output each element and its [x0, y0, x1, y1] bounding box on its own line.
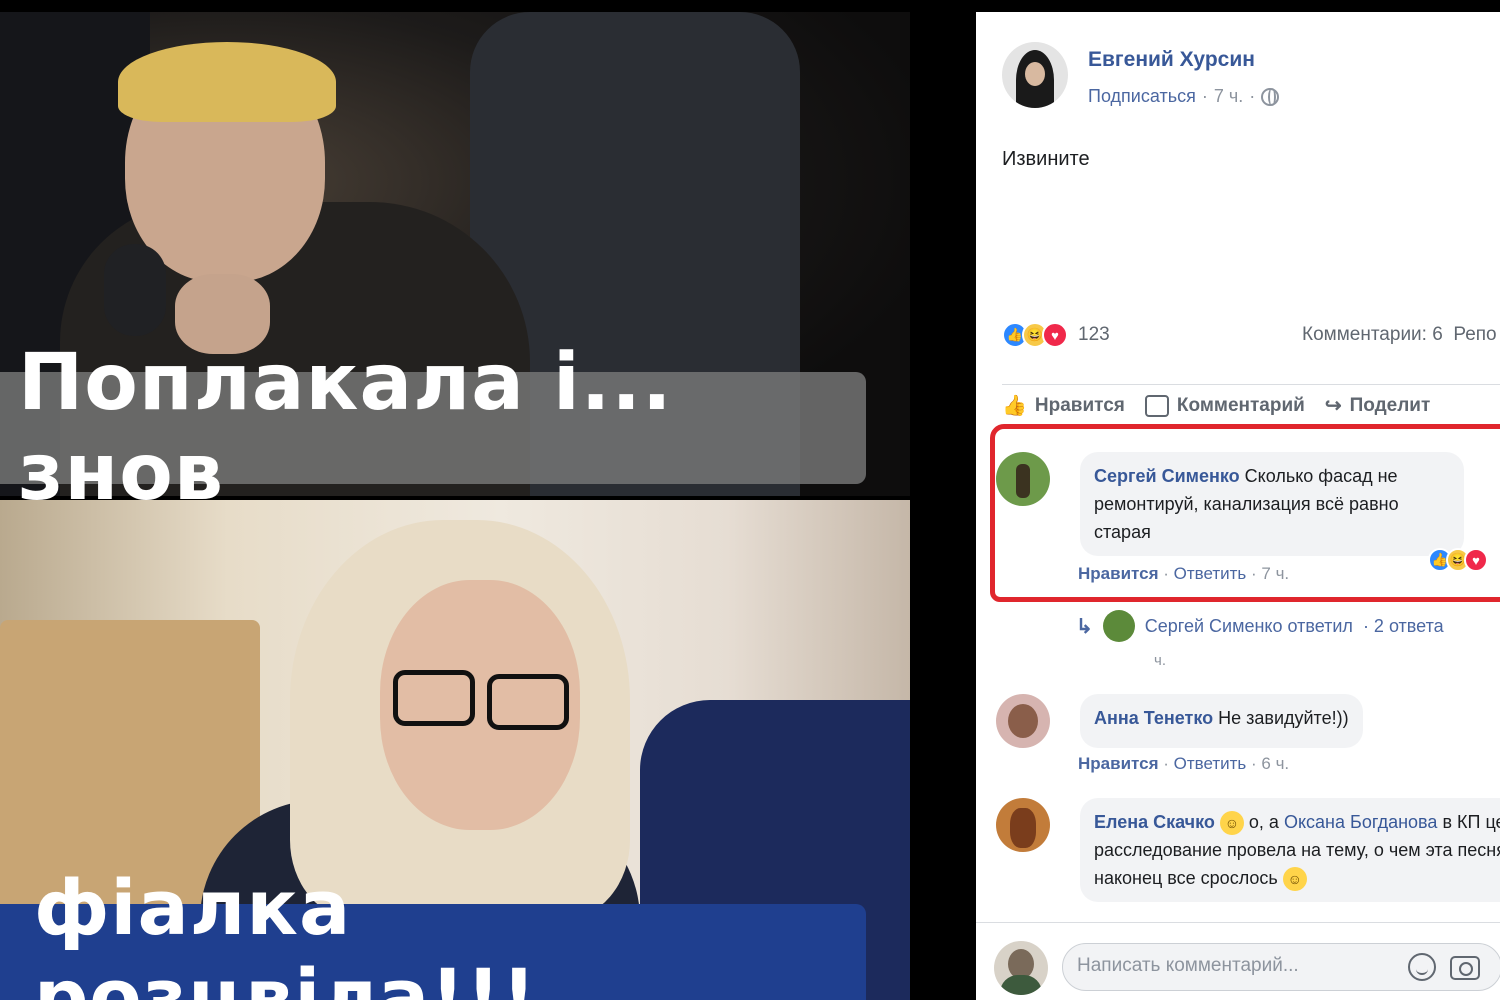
- meme-image: Поплакала і... знов фіалка розцвіла!!!: [0, 0, 910, 1000]
- post-action-bar: 👍 Нравится Комментарий ↪ Поделит: [1002, 384, 1500, 420]
- emoji-picker-icon[interactable]: [1408, 953, 1436, 981]
- reply-avatar: [1102, 610, 1135, 642]
- glasses-left: [393, 670, 475, 726]
- author-avatar[interactable]: [1002, 42, 1068, 108]
- commenter-avatar[interactable]: [996, 452, 1050, 506]
- commenter-avatar[interactable]: [996, 798, 1050, 852]
- meme-caption-top: Поплакала і... знов: [0, 338, 866, 518]
- love-reaction-icon: ♥: [1464, 548, 1488, 572]
- commenter-avatar[interactable]: [996, 694, 1050, 748]
- share-icon: ↪: [1324, 395, 1342, 417]
- composer-icons: [1408, 953, 1480, 981]
- thumbs-up-icon: 👍: [1002, 395, 1027, 417]
- comment-item: Анна Тенетко Не завидуйте!)): [996, 694, 1363, 748]
- reply-arrow-icon: ↳: [1076, 615, 1093, 638]
- commenter-name[interactable]: Елена Скачко: [1094, 812, 1215, 832]
- post-meta: Подписаться · 7 ч. ·: [1088, 86, 1280, 107]
- smile-emoji-icon: ☺: [1219, 811, 1244, 836]
- comment-bubble: Анна Тенетко Не завидуйте!)): [1080, 694, 1363, 748]
- comment-bubble: Сергей Сименко Сколько фасад не ремонтир…: [1080, 452, 1464, 556]
- author-name[interactable]: Евгений Хурсин: [1088, 48, 1255, 72]
- microphone: [104, 244, 166, 336]
- comment-item: Елена Скачко ☺ о, а Оксана Богданова в К…: [996, 798, 1500, 902]
- comment-actions: Нравится · Ответить · 6 ч.: [1078, 754, 1290, 773]
- reply-thread-time: ч.: [1154, 652, 1166, 669]
- comment-like-link[interactable]: Нравится: [1078, 564, 1159, 583]
- comment-icon: [1144, 394, 1169, 417]
- comment-time[interactable]: 7 ч.: [1261, 564, 1289, 583]
- reactions-summary[interactable]: 👍 😆 ♥ 123 Комментарии: 6 Репо: [1002, 320, 1500, 350]
- reply-thread-link[interactable]: ↳ Сергей Сименко ответил · 2 ответа: [1076, 610, 1444, 642]
- comment-reply-link[interactable]: Ответить: [1174, 564, 1247, 583]
- post-time[interactable]: 7 ч.: [1214, 86, 1243, 107]
- braid: [118, 42, 336, 122]
- meme-caption-bottom: фіалка розцвіла!!!: [0, 863, 866, 1000]
- love-reaction-icon: ♥: [1042, 322, 1068, 348]
- commenter-name[interactable]: Анна Тенетко: [1094, 708, 1213, 728]
- comment-reply-link[interactable]: Ответить: [1174, 754, 1247, 773]
- share-button[interactable]: ↪ Поделит: [1325, 391, 1430, 420]
- comments-count[interactable]: Комментарии: 6 Репо: [1302, 324, 1497, 346]
- facebook-post-panel: Евгений Хурсин Подписаться · 7 ч. · Изви…: [976, 12, 1500, 1000]
- reaction-count: 123: [1078, 324, 1110, 345]
- mention-link[interactable]: Оксана Богданова: [1284, 812, 1437, 832]
- comment-like-link[interactable]: Нравится: [1078, 754, 1159, 773]
- comment-composer: Написать комментарий...: [976, 922, 1500, 1000]
- comment-reactions[interactable]: 👍 😆 ♥: [1428, 548, 1488, 572]
- follow-link[interactable]: Подписаться: [1088, 86, 1196, 107]
- current-user-avatar: [994, 941, 1048, 995]
- comment-button[interactable]: Комментарий: [1144, 391, 1305, 420]
- comment-time[interactable]: 6 ч.: [1261, 754, 1289, 773]
- post-header: [1002, 42, 1068, 108]
- commenter-name[interactable]: Сергей Сименко: [1094, 466, 1240, 486]
- comment-actions: Нравится · Ответить · 7 ч.: [1078, 564, 1290, 583]
- camera-icon[interactable]: [1450, 956, 1480, 980]
- comment-item: Сергей Сименко Сколько фасад не ремонтир…: [996, 452, 1464, 556]
- globe-icon: [1261, 87, 1280, 106]
- glasses-right: [487, 674, 569, 730]
- comment-text: Не завидуйте!)): [1218, 708, 1349, 728]
- comment-bubble: Елена Скачко ☺ о, а Оксана Богданова в К…: [1080, 798, 1500, 902]
- like-button[interactable]: 👍 Нравится: [1002, 391, 1125, 420]
- smile-emoji-icon: ☺: [1282, 867, 1307, 892]
- post-text: Извините: [1002, 148, 1090, 170]
